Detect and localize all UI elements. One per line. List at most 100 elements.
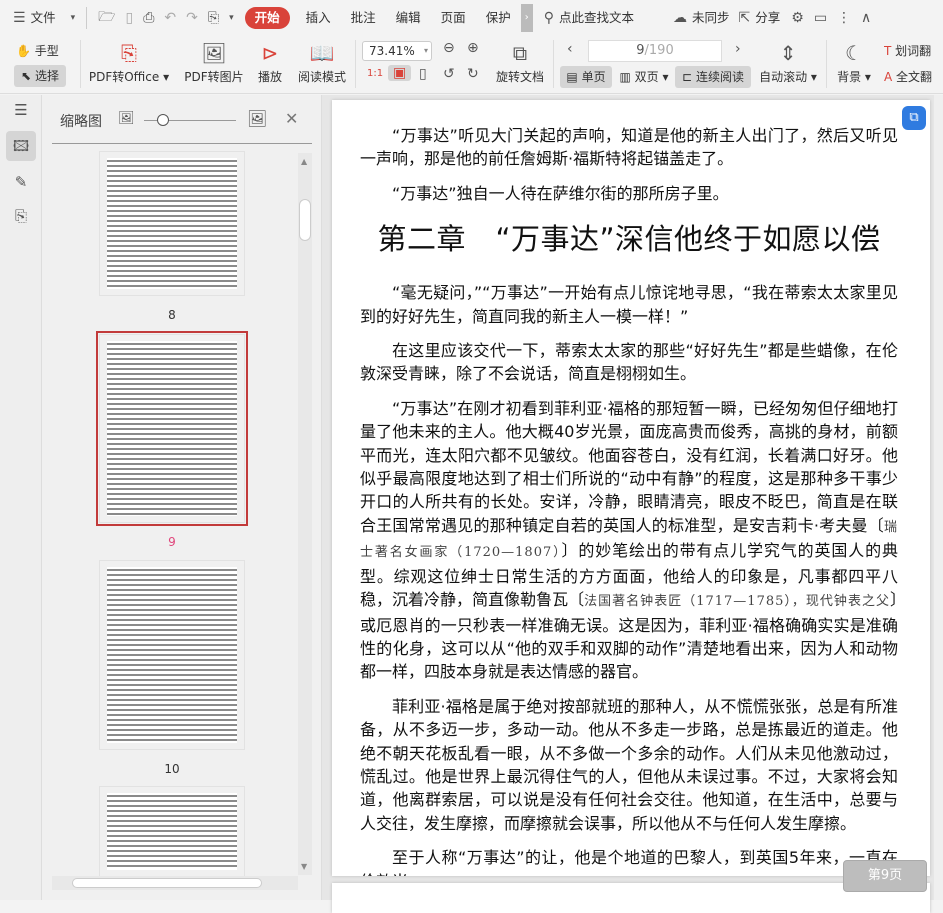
outline-icon[interactable]: ☰ bbox=[6, 95, 36, 125]
small-image-icon[interactable]: 🖼 bbox=[118, 111, 135, 126]
divider bbox=[355, 40, 356, 88]
hscrollbar-thumb[interactable] bbox=[72, 878, 262, 888]
thumbnail-icon[interactable]: 🖾 bbox=[6, 131, 36, 161]
actual-size-icon[interactable]: 1:1 bbox=[362, 68, 388, 79]
rotate-right-icon[interactable]: ↻ bbox=[462, 66, 484, 82]
sync-status[interactable]: 未同步 bbox=[692, 0, 730, 36]
scrollbar-thumb[interactable] bbox=[299, 199, 311, 241]
tab-annotate[interactable]: 批注 bbox=[341, 0, 386, 36]
play-button[interactable]: ⊳ 播放 bbox=[254, 38, 286, 85]
paragraph: 菲利亚·福格是属于绝对按部就班的那种人，从不慌慌张张，总是有所准备，从不多迈一步… bbox=[360, 696, 898, 833]
pdf-page-next bbox=[332, 883, 930, 913]
select-tool-button[interactable]: ⬉ 选择 bbox=[14, 65, 66, 87]
fit-width-icon[interactable]: ▯ bbox=[414, 66, 432, 82]
open-folder-icon[interactable]: 🗁 bbox=[93, 6, 120, 30]
tab-protect[interactable]: 保护 bbox=[476, 0, 521, 36]
auto-scroll-icon: ⇕ bbox=[779, 41, 797, 65]
single-page-icon: ▤ bbox=[566, 70, 578, 84]
footnote-inline: 法国著名钟表匠（1717—1785），现代钟表之父 bbox=[584, 594, 890, 610]
close-icon[interactable]: ✕ bbox=[285, 109, 298, 128]
share-button[interactable]: 分享 bbox=[755, 0, 780, 36]
slider-handle[interactable] bbox=[157, 114, 169, 126]
chevron-down-icon[interactable]: ▾ bbox=[66, 13, 81, 23]
total-pages: /190 bbox=[644, 43, 674, 58]
file-menu[interactable]: 文件 bbox=[31, 0, 66, 36]
export-icon[interactable]: ⎘ bbox=[203, 10, 224, 26]
translate-doc-icon: A bbox=[884, 70, 893, 84]
auto-scroll-button[interactable]: ⇕ 自动滚动 ▾ bbox=[758, 38, 818, 85]
cursor-icon: ⬉ bbox=[21, 69, 32, 83]
rotate-document-button[interactable]: ⧉ 旋转文档 bbox=[494, 38, 546, 85]
full-translate-button[interactable]: A 全文翻 bbox=[884, 68, 943, 85]
double-page-button[interactable]: ▥ 双页 ▾ bbox=[616, 66, 672, 88]
continuous-read-button[interactable]: ⊏ 连续阅读 bbox=[675, 66, 751, 88]
thumbnail-hscrollbar[interactable] bbox=[52, 876, 298, 890]
search-text-button[interactable]: 点此查找文本 bbox=[559, 0, 644, 36]
save-icon[interactable]: ▯ bbox=[120, 10, 138, 26]
background-button[interactable]: ☾ 背景 ▾ bbox=[834, 38, 874, 85]
image-icon: 🖼 bbox=[201, 41, 227, 65]
thumbnail-scrollbar[interactable]: ▲ ▼ bbox=[298, 153, 312, 875]
next-page-icon[interactable]: › bbox=[730, 41, 746, 57]
label: 划词翻 bbox=[895, 44, 932, 58]
label: 自动滚动 bbox=[759, 70, 808, 84]
pdf-to-office-button[interactable]: ⎘ PDF转Office ▾ bbox=[88, 38, 170, 85]
thumbnail-page-11[interactable] bbox=[99, 786, 245, 876]
pdf-to-image-button[interactable]: 🖼 PDF转图片 bbox=[182, 38, 246, 85]
hand-tool-button[interactable]: ✋ 手型 bbox=[16, 42, 66, 59]
current-page: 9 bbox=[636, 43, 645, 58]
prev-page-icon[interactable]: ‹ bbox=[562, 41, 578, 57]
zoom-value: 73.41% bbox=[369, 44, 415, 58]
thumbnail-page-10[interactable] bbox=[99, 560, 245, 750]
zoom-in-icon[interactable]: ⊕ bbox=[462, 40, 484, 56]
tabs-scroll-right[interactable]: › bbox=[520, 4, 533, 32]
redo-icon[interactable]: ↷ bbox=[181, 10, 203, 26]
zoom-select[interactable]: 73.41% ▾ bbox=[362, 41, 432, 61]
text: “万事达”在刚才初看到菲利亚·福格的那短暂一瞬，已经匆匆但仔细地打量了他未来的主… bbox=[360, 398, 898, 535]
bookmark-icon[interactable]: ⎘ bbox=[6, 201, 36, 231]
pdf-to-word-icon: ⎘ bbox=[121, 41, 137, 65]
tab-start[interactable]: 开始 bbox=[244, 7, 290, 29]
thumbnail-page-8[interactable] bbox=[99, 151, 245, 296]
thumbnail-label-active: 9 bbox=[168, 535, 176, 549]
chapter-title: 第二章 “万事达”深信他终于如愿以偿 bbox=[377, 222, 881, 257]
collapse-ribbon-icon[interactable]: ∧ bbox=[856, 10, 876, 26]
share-icon: ⇱ bbox=[738, 10, 751, 26]
read-mode-button[interactable]: 📖 阅读模式 bbox=[296, 38, 348, 85]
paragraph: “万事达”独自一人待在萨维尔街的那所房子里。 bbox=[392, 183, 729, 203]
more-dropdown-icon[interactable]: ▾ bbox=[224, 13, 239, 23]
cloud-sync-icon: ☁ bbox=[672, 10, 687, 26]
word-translate-button[interactable]: T 划词翻 bbox=[884, 42, 943, 59]
label: 背景 bbox=[837, 70, 862, 84]
floating-tool-icon[interactable]: ⧉ bbox=[902, 106, 926, 130]
menu-bar: ☰ 文件 ▾ 🗁 ▯ ⎙ ↶ ↷ ⎘ ▾ 开始 插入 批注 编辑 页面 保护 ›… bbox=[0, 0, 943, 36]
rotate-left-icon[interactable]: ↺ bbox=[438, 66, 460, 82]
annotation-pen-icon[interactable]: ✎ bbox=[6, 167, 36, 197]
divider bbox=[86, 7, 88, 29]
tab-insert[interactable]: 插入 bbox=[296, 0, 341, 36]
single-page-button[interactable]: ▤ 单页 bbox=[560, 66, 612, 88]
undo-icon[interactable]: ↶ bbox=[159, 10, 181, 26]
moon-icon: ☾ bbox=[845, 41, 863, 65]
feedback-icon[interactable]: ▭ bbox=[809, 10, 832, 26]
translate-icon: T bbox=[884, 44, 892, 58]
more-icon[interactable]: ⋮ bbox=[832, 10, 856, 26]
zoom-out-icon[interactable]: ⊖ bbox=[438, 40, 460, 56]
thumbnail-page-9[interactable] bbox=[96, 331, 248, 526]
label: PDF转图片 bbox=[184, 70, 244, 84]
fit-page-icon[interactable]: ▣ bbox=[388, 65, 412, 81]
rotate-document-icon: ⧉ bbox=[512, 41, 528, 65]
tab-edit[interactable]: 编辑 bbox=[386, 0, 431, 36]
tab-page[interactable]: 页面 bbox=[431, 0, 476, 36]
document-scrollbar[interactable] bbox=[934, 95, 943, 900]
double-page-icon: ▥ bbox=[619, 70, 631, 84]
large-image-icon[interactable]: 🖼 bbox=[247, 109, 267, 128]
settings-icon[interactable]: ⚙ bbox=[786, 10, 809, 26]
hamburger-icon[interactable]: ☰ bbox=[8, 10, 31, 26]
print-icon[interactable]: ⎙ bbox=[138, 10, 159, 26]
page-indicator-badge: 第9页 bbox=[843, 860, 927, 892]
paragraph: “毫无疑问，”“万事达”一开始有点儿惊诧地寻思，“我在蒂索太太家里见到的好好先生… bbox=[360, 283, 898, 326]
page-number-input[interactable]: 9/190 bbox=[588, 40, 722, 62]
label: 播放 bbox=[257, 70, 282, 84]
paragraph: 至于人称“万事达”的让，他是个地道的巴黎人，到英国5年来，一直在伦敦当 bbox=[360, 848, 898, 876]
